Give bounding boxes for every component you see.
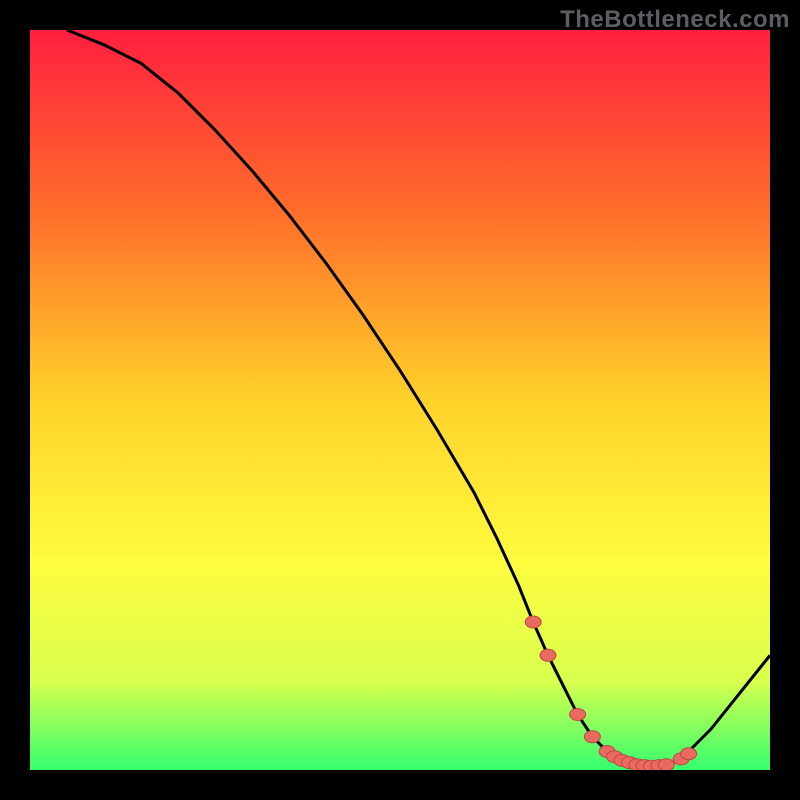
data-dot: [570, 709, 586, 721]
gradient-background: [30, 30, 770, 770]
chart-frame: TheBottleneck.com: [0, 0, 800, 800]
plot-svg: [30, 30, 770, 770]
data-dot: [658, 759, 674, 770]
data-dot: [540, 649, 556, 661]
data-dot: [681, 748, 697, 760]
plot-area: [30, 30, 770, 770]
watermark-text: TheBottleneck.com: [560, 6, 790, 34]
data-dot: [525, 616, 541, 628]
data-dot: [584, 731, 600, 743]
